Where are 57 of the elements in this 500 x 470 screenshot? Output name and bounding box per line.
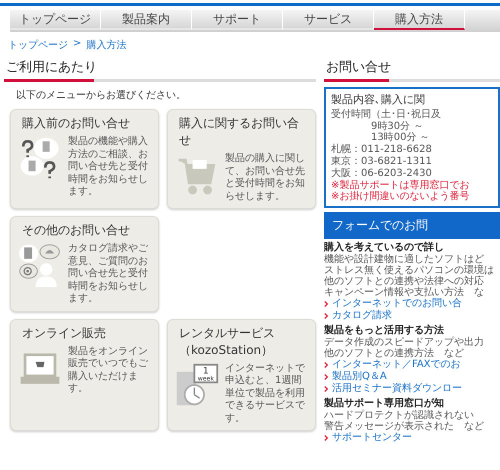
hours-text: 受付時間（土･日･祝日及 — [331, 109, 442, 120]
topic-text: 他のソフトとの連携や法律への対応 — [324, 276, 485, 286]
phone-number: 03-6821-1311 — [361, 156, 432, 168]
nav-tab[interactable]: トップページ — [10, 10, 101, 30]
sidebar-link[interactable]: 製品別Q＆A — [324, 370, 500, 382]
section-heading: ご利用にあたり — [6, 59, 98, 76]
nav-tab[interactable]: 購入方法 — [374, 10, 465, 30]
notice-text: ※製品サポートは専用窓口でお — [331, 180, 470, 190]
sidebar-link[interactable]: 活用セミナー資料ダウンロー — [324, 382, 500, 394]
card-title: オンライン販売 — [22, 324, 107, 342]
hours-text: 9時30分 ～ — [370, 120, 424, 132]
phone-number: 011-218-6628 — [361, 144, 432, 156]
topic-text: 警告メッセージが表示された など — [324, 420, 485, 432]
menu-card[interactable]: その他のお問い合せ カタログ請求やご意見、ご質問のお問い合せ先と受付時間をお知らせします。 — [10, 216, 159, 312]
topic-text: データ作成のスピードアップや出力 — [324, 336, 485, 348]
topic-heading: 製品をもっと活用する方法 — [324, 324, 445, 336]
nav-tab[interactable]: サービス — [283, 10, 374, 30]
topic-text: キャンペーン情報や支払い方法 な — [324, 286, 485, 298]
nav-tab[interactable]: 製品案内 — [101, 10, 192, 30]
sidebar-link[interactable]: インターネット／FAXでのお — [324, 358, 500, 370]
section-heading: お問い合せ — [326, 59, 392, 76]
topic-text: 他のソフトとの連携方法 など — [324, 348, 465, 358]
nav-tab[interactable]: サポート — [192, 10, 283, 30]
card-title: その他のお問い合せ — [22, 222, 131, 239]
city-label: 札幌： — [331, 144, 361, 156]
card-title: 購入に関するお問い合せ — [179, 115, 300, 149]
card-description: カタログ請求やご意見、ご質問のお問い合せ先と受付時間をお知らせします。 — [68, 243, 149, 306]
hours-text: 13時00分 ～ — [370, 132, 431, 144]
topic-text: 機能や設計建物に適したソフトはど — [324, 254, 485, 264]
panel-title: 製品内容､購入に関 — [331, 92, 426, 107]
notice-text: ※お掛け間違いのないよう番号 — [331, 191, 470, 202]
topic-heading: 購入を考えているので詳し — [324, 242, 445, 254]
sidebar-link[interactable]: サポートセンター — [324, 432, 500, 444]
breadcrumb-separator: > — [73, 38, 82, 51]
card-description: インターネットで申込むと、1週間単位で製品を利用できるサービスです。 — [225, 362, 306, 425]
card-description: 製品の購入に関して、お問い合せ先と受付時間をお知らせします。 — [225, 153, 306, 203]
sidebar-link[interactable]: インターネットでのお問い合 — [324, 298, 500, 310]
phone-number: 06-6203-2430 — [361, 168, 432, 180]
city-label: 東京： — [331, 156, 361, 168]
contact-bubbles-icon — [18, 243, 62, 287]
intro-text: 以下のメニューからお選びください。 — [16, 88, 187, 102]
sidebar-link[interactable]: カタログ請求 — [324, 310, 500, 322]
breadcrumb-link[interactable]: トップページ — [8, 38, 68, 52]
menu-card[interactable]: 購入に関するお問い合せ 製品の購入に関して、お問い合せ先と受付時間をお知らせします。 — [167, 109, 316, 209]
menu-card[interactable]: オンライン販売 製品をオンライン販売でいつでもご購入いただけます。 — [10, 318, 159, 431]
menu-card[interactable]: 購入前のお問い合せ 製品の機能や購入方法のご相談、お問い合せ先と受付時間をお知らせします。 — [10, 109, 159, 209]
card-title: レンタルサービス（kozoStation） — [179, 324, 276, 358]
chevron-icon — [324, 434, 329, 442]
form-button[interactable]: フォームでのお問 — [324, 212, 500, 238]
topic-text: ストレス無く使えるパソコンの環境は — [324, 264, 495, 276]
topic-heading: 製品サポート専用窓口が知 — [324, 398, 445, 410]
card-description: 製品の機能や購入方法のご相談、お問い合せ先と受付時間をお知らせします。 — [68, 136, 149, 198]
breadcrumb-current[interactable]: 購入方法 — [86, 38, 126, 52]
city-label: 大阪： — [331, 168, 361, 180]
card-title: 購入前のお問い合せ — [22, 115, 131, 132]
topic-text: ハードプロテクトが認識されない — [324, 410, 475, 420]
card-description: 製品をオンライン販売でいつでもご購入いただけます。 — [68, 346, 149, 396]
